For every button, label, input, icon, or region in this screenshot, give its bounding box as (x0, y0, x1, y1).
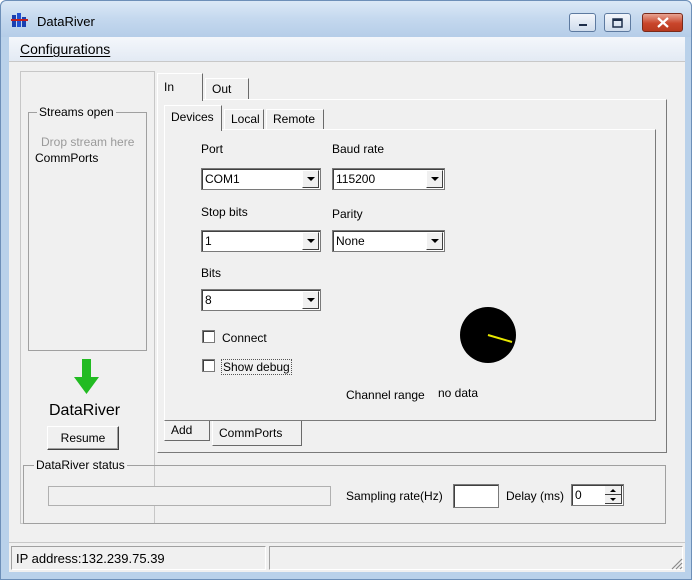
show-debug-checkbox[interactable] (202, 359, 215, 372)
tab-in[interactable]: In (157, 73, 203, 101)
left-panel: Streams open Drop stream here CommPorts … (20, 71, 155, 524)
client-area: Streams open Drop stream here CommPorts … (9, 61, 685, 542)
delay-stepper[interactable]: 0 (571, 484, 624, 506)
streams-open-group: Streams open Drop stream here CommPorts (28, 105, 147, 351)
sampling-rate-label: Sampling rate(Hz) (346, 489, 443, 503)
stop-bits-value: 1 (205, 234, 212, 248)
chevron-down-icon[interactable] (426, 170, 443, 188)
chevron-down-icon[interactable] (302, 232, 319, 250)
parity-select[interactable]: None (332, 230, 445, 252)
menu-configurations[interactable]: Configurations (20, 41, 110, 57)
datariver-app-icon (11, 13, 28, 27)
devices-panel: Port COM1 Baud rate 115200 Stop bits 1 P… (164, 129, 656, 421)
sampling-rate-input[interactable] (453, 484, 499, 508)
datariver-logo-text: DataRiver (49, 402, 121, 419)
show-debug-label[interactable]: Show debug (221, 359, 292, 375)
port-value: COM1 (205, 172, 240, 186)
tab-local[interactable]: Local (224, 109, 264, 129)
connect-checkbox[interactable] (202, 330, 215, 343)
minimize-icon (578, 23, 587, 26)
parity-value: None (336, 234, 365, 248)
bits-select[interactable]: 8 (201, 289, 321, 311)
chevron-down-icon[interactable] (426, 232, 443, 250)
resize-grip-icon[interactable] (669, 556, 683, 570)
channel-gauge (460, 307, 516, 363)
window-title: DataRiver (37, 14, 95, 29)
title-bar[interactable]: DataRiver (1, 1, 691, 37)
connect-label[interactable]: Connect (222, 331, 267, 345)
channel-range-label: Channel range (346, 388, 425, 402)
port-select[interactable]: COM1 (201, 168, 321, 190)
baud-rate-value: 115200 (336, 172, 376, 186)
down-arrow-icon (74, 359, 99, 394)
resume-button[interactable]: Resume (47, 426, 119, 450)
datariver-status-title: DataRiver status (34, 458, 127, 472)
spin-down-button[interactable] (605, 495, 622, 504)
datariver-status-group: DataRiver status Sampling rate(Hz) Delay… (23, 458, 666, 524)
streams-list[interactable]: Drop stream here CommPorts (31, 121, 144, 347)
bits-label: Bits (201, 266, 222, 280)
tab-devices[interactable]: Devices (164, 105, 222, 131)
close-icon (656, 17, 669, 28)
status-panel-empty (269, 546, 683, 570)
baud-rate-select[interactable]: 115200 (332, 168, 445, 190)
channel-range-value: no data (438, 386, 479, 400)
status-progress-bar (48, 486, 331, 506)
in-tab-panel: Devices Local Remote Port COM1 Baud rate… (157, 99, 667, 453)
status-panel-ip: IP address:132.239.75.39 (11, 546, 266, 570)
chevron-down-icon[interactable] (302, 291, 319, 309)
tab-commports[interactable]: CommPorts (212, 421, 302, 446)
chevron-down-icon[interactable] (302, 170, 319, 188)
drop-stream-hint: Drop stream here (41, 135, 135, 149)
tab-add[interactable]: Add (164, 421, 210, 441)
main-window: DataRiver Configurations Streams open Dr… (0, 0, 692, 580)
stop-bits-label: Stop bits (201, 205, 248, 219)
close-button[interactable] (642, 13, 683, 32)
bits-value: 8 (205, 293, 212, 307)
tab-remote[interactable]: Remote (266, 109, 324, 129)
stop-bits-select[interactable]: 1 (201, 230, 321, 252)
baud-rate-label: Baud rate (332, 142, 385, 156)
port-label: Port (201, 142, 224, 156)
delay-value: 0 (575, 488, 582, 502)
streams-open-title: Streams open (37, 105, 116, 119)
spin-down-icon (610, 497, 616, 501)
tab-out[interactable]: Out (205, 78, 249, 100)
spin-up-icon (610, 488, 616, 492)
minimize-button[interactable] (569, 13, 596, 32)
spin-up-button[interactable] (605, 486, 622, 495)
delay-label: Delay (ms) (506, 489, 565, 503)
maximize-icon (612, 17, 623, 28)
menu-bar: Configurations (9, 37, 685, 61)
parity-label: Parity (332, 207, 363, 221)
stream-item-commports[interactable]: CommPorts (35, 151, 98, 165)
status-bar: IP address:132.239.75.39 (9, 542, 685, 572)
ip-address-text: IP address:132.239.75.39 (16, 551, 165, 566)
maximize-button[interactable] (604, 13, 631, 32)
